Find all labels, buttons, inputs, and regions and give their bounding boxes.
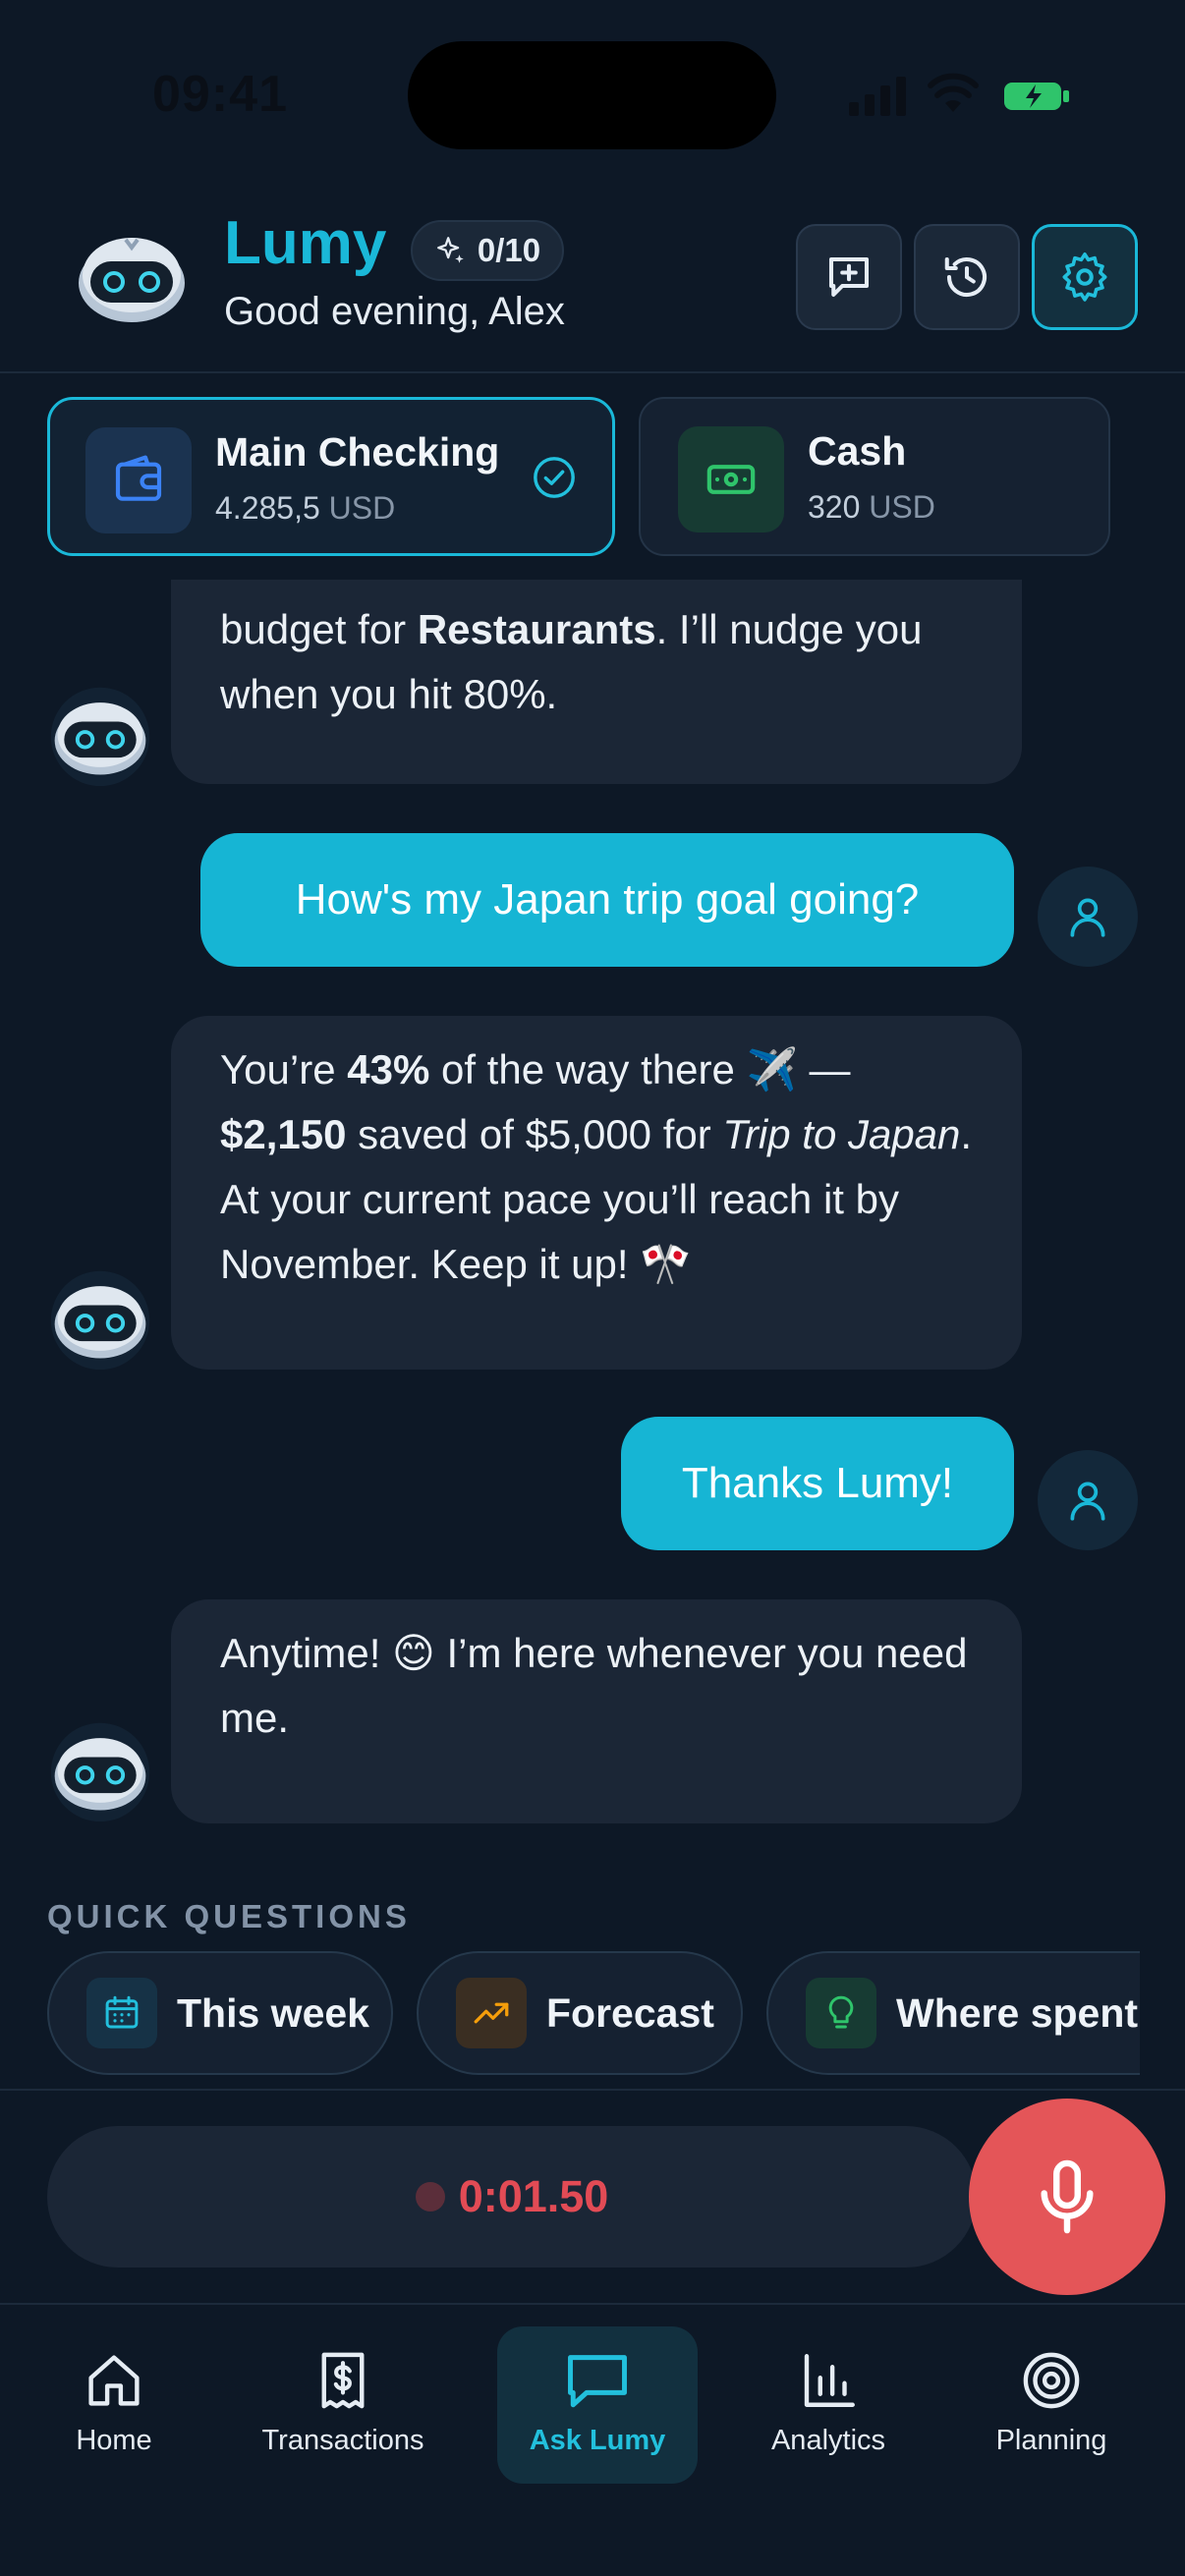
chat-icon bbox=[568, 2355, 627, 2408]
greeting-text: Good evening, Alex bbox=[224, 290, 565, 333]
recording-timer: 0:01.50 bbox=[458, 2171, 609, 2221]
chat-thread[interactable]: budget for Restaurants. I’ll nudge you w… bbox=[0, 580, 1185, 1847]
tab-label: Transactions bbox=[261, 2425, 424, 2456]
home-icon bbox=[88, 2355, 140, 2406]
message-bold-text: Restaurants bbox=[417, 606, 656, 652]
lumy-robot-avatar bbox=[50, 1722, 150, 1821]
account-name: Main Checking bbox=[215, 429, 500, 475]
gear-icon bbox=[1062, 252, 1107, 302]
recording-dot bbox=[415, 2182, 445, 2212]
account-currency: USD bbox=[869, 489, 935, 525]
quick-question-label: Forecast bbox=[546, 1989, 714, 2036]
account-card-cash[interactable]: Cash 320 USD bbox=[639, 397, 1110, 556]
lumy-robot-avatar bbox=[79, 238, 185, 322]
message-text: budget for bbox=[220, 606, 418, 652]
quick-question-where-spent[interactable]: Where spent bbox=[766, 1951, 1140, 2075]
tab-label: Planning bbox=[995, 2425, 1107, 2456]
user-avatar bbox=[1038, 1450, 1138, 1550]
user-icon bbox=[1070, 1482, 1105, 1521]
tab-label: Analytics bbox=[770, 2425, 886, 2456]
receipt-icon bbox=[321, 2352, 365, 2409]
message-text: of the way there ✈️ — bbox=[429, 1046, 851, 1092]
trending-up-icon bbox=[456, 1978, 527, 2048]
message-text: saved of $5,000 for bbox=[346, 1111, 723, 1157]
tab-label: Ask Lumy bbox=[529, 2425, 666, 2456]
badge-count: 0/10 bbox=[477, 232, 541, 268]
status-time: 09:41 bbox=[152, 66, 288, 123]
signal-icon bbox=[849, 77, 906, 116]
tab-ask-lumy[interactable]: Ask Lumy bbox=[497, 2326, 698, 2484]
history-icon bbox=[944, 256, 988, 298]
header-divider bbox=[0, 371, 1185, 373]
mic-button[interactable] bbox=[969, 2099, 1165, 2295]
message-bold-text: $2,150 bbox=[220, 1111, 347, 1157]
target-icon bbox=[1023, 2352, 1080, 2409]
question-quota-badge: 0/10 bbox=[411, 220, 564, 281]
account-balance: 4.285,5 USD bbox=[215, 490, 395, 527]
settings-button[interactable] bbox=[1032, 224, 1138, 330]
new-chat-button[interactable] bbox=[796, 224, 902, 330]
account-amount: 320 bbox=[808, 489, 861, 525]
tab-label: Home bbox=[76, 2425, 152, 2456]
bar-chart-icon bbox=[804, 2354, 855, 2407]
account-balance: 320 USD bbox=[808, 489, 935, 526]
user-message: How's my Japan trip goal going? bbox=[200, 833, 1014, 967]
dynamic-island bbox=[408, 41, 776, 149]
app-title: Lumy bbox=[224, 209, 387, 277]
account-card-main-checking[interactable]: Main Checking 4.285,5 USD bbox=[47, 397, 615, 556]
account-name: Cash bbox=[808, 428, 907, 474]
user-avatar bbox=[1038, 867, 1138, 967]
new-chat-icon bbox=[828, 256, 870, 298]
lumy-robot-avatar bbox=[50, 687, 150, 786]
history-button[interactable] bbox=[914, 224, 1020, 330]
message-text: You’re bbox=[220, 1046, 348, 1092]
message-italic-text: Trip to Japan bbox=[722, 1111, 961, 1157]
user-message: Thanks Lumy! bbox=[621, 1417, 1014, 1550]
user-icon bbox=[1070, 898, 1105, 937]
assistant-message: You’re 43% of the way there ✈️ — $2,150 … bbox=[171, 1016, 1022, 1370]
quick-questions-title: QUICK QUESTIONS bbox=[47, 1898, 411, 1934]
lumy-robot-avatar bbox=[50, 1270, 150, 1370]
input-divider bbox=[0, 2089, 1185, 2091]
tab-transactions[interactable]: Transactions bbox=[248, 2326, 438, 2484]
quick-question-this-week[interactable]: This week bbox=[47, 1951, 393, 2075]
quick-question-label: Where spent bbox=[896, 1989, 1139, 2036]
voice-recording-bar[interactable]: 0:01.50 bbox=[47, 2126, 977, 2268]
account-amount: 4.285,5 bbox=[215, 490, 320, 526]
tab-planning[interactable]: Planning bbox=[979, 2326, 1124, 2484]
tab-bar: Home Transactions Ask Lumy Analytics Pla… bbox=[0, 2303, 1185, 2576]
cash-icon bbox=[678, 426, 784, 532]
quick-question-label: This week bbox=[177, 1989, 369, 2036]
message-bold-text: 43% bbox=[347, 1046, 430, 1092]
battery-icon bbox=[1004, 83, 1069, 110]
microphone-icon bbox=[1041, 2159, 1094, 2234]
assistant-message: Anytime! 😊 I’m here whenever you need me… bbox=[171, 1599, 1022, 1823]
account-currency: USD bbox=[328, 490, 396, 526]
sparkle-icon bbox=[436, 237, 464, 263]
quick-question-forecast[interactable]: Forecast bbox=[417, 1951, 743, 2075]
selected-check-icon bbox=[534, 457, 575, 498]
tab-home[interactable]: Home bbox=[39, 2326, 189, 2484]
wifi-icon bbox=[928, 73, 979, 112]
wallet-icon bbox=[85, 427, 192, 533]
tab-analytics[interactable]: Analytics bbox=[757, 2326, 900, 2484]
assistant-message: budget for Restaurants. I’ll nudge you w… bbox=[171, 580, 1022, 784]
lightbulb-icon bbox=[806, 1978, 876, 2048]
calendar-icon bbox=[86, 1978, 157, 2048]
